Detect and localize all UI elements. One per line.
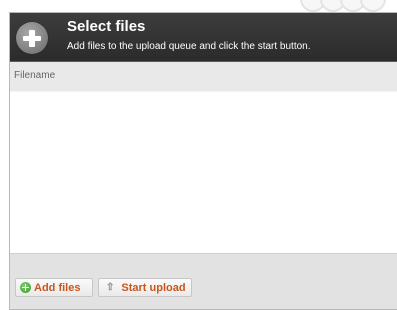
file-list[interactable] [10, 92, 397, 253]
start-upload-label: Start upload [121, 281, 186, 294]
file-uploader: Select files Add files to the upload que… [9, 12, 397, 310]
uploader-title: Select files [67, 18, 146, 35]
add-files-button[interactable]: Add files [15, 278, 93, 297]
uploader-header: Select files Add files to the upload que… [10, 13, 397, 62]
up-arrow-icon: ⇧ [106, 281, 115, 293]
plus-circle-icon [16, 22, 48, 54]
uploader-footer: Add files ⇧ Start upload [10, 253, 397, 309]
decorative-circle [360, 0, 386, 12]
file-list-header: Filename [10, 62, 397, 92]
start-upload-button[interactable]: ⇧ Start upload [98, 278, 192, 297]
column-header-filename[interactable]: Filename [14, 70, 55, 81]
add-icon [20, 282, 31, 293]
add-files-label: Add files [34, 281, 81, 294]
uploader-subtitle: Add files to the upload queue and click … [67, 41, 311, 52]
